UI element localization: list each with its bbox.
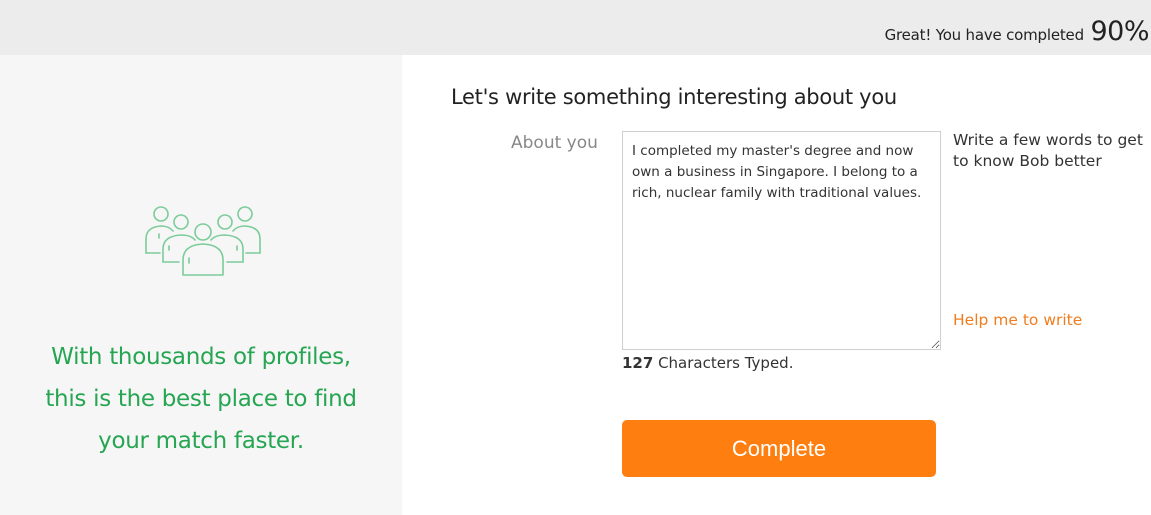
promo-message: With thousands of profiles, this is the … (0, 336, 402, 462)
character-count-value: 127 (622, 354, 654, 372)
progress-percentage: 90% (1090, 16, 1149, 47)
promo-line: your match faster. (98, 428, 304, 454)
people-group-icon (145, 206, 261, 276)
promo-line: With thousands of profiles, (51, 344, 351, 370)
complete-button[interactable]: Complete (622, 420, 936, 477)
form-heading: Let's write something interesting about … (451, 85, 897, 109)
promo-line: this is the best place to find (45, 386, 357, 412)
about-you-label: About you (511, 133, 598, 153)
progress-status: Great! You have completed 90% (884, 16, 1150, 47)
left-info-panel: With thousands of profiles, this is the … (0, 55, 402, 515)
progress-label: Great! You have completed (884, 26, 1085, 44)
about-hint: Write a few words to get to know Bob bet… (953, 131, 1143, 170)
character-counter: 127 Characters Typed. (622, 354, 793, 372)
help-me-to-write-link[interactable]: Help me to write (953, 311, 1082, 329)
top-progress-bar: Great! You have completed 90% (0, 0, 1151, 55)
about-form: Let's write something interesting about … (402, 55, 1151, 515)
about-you-textarea[interactable]: I completed my master's degree and now o… (622, 131, 941, 350)
character-count-label: Characters Typed. (653, 354, 794, 372)
